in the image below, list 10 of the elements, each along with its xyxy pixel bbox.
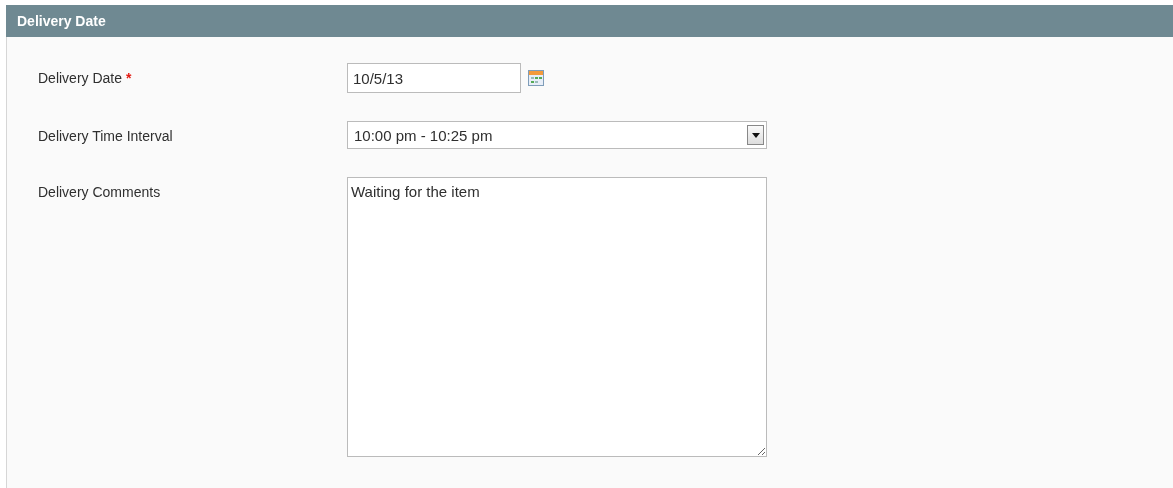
- field-label: Delivery Time Interval: [38, 128, 173, 144]
- caret-icon: [751, 132, 760, 138]
- section-title: Delivery Date: [17, 13, 106, 29]
- field-label: Delivery Date: [38, 70, 123, 86]
- date-field[interactable]: 10/5/13: [347, 63, 521, 93]
- required-marker: *: [126, 70, 132, 86]
- calendar-icon[interactable]: [528, 70, 544, 86]
- comments-field[interactable]: Waiting for the item: [347, 177, 767, 457]
- time-interval-dropdown[interactable]: 10:00 pm - 10:25 pm: [347, 121, 767, 149]
- field-label: Delivery Comments: [38, 184, 161, 200]
